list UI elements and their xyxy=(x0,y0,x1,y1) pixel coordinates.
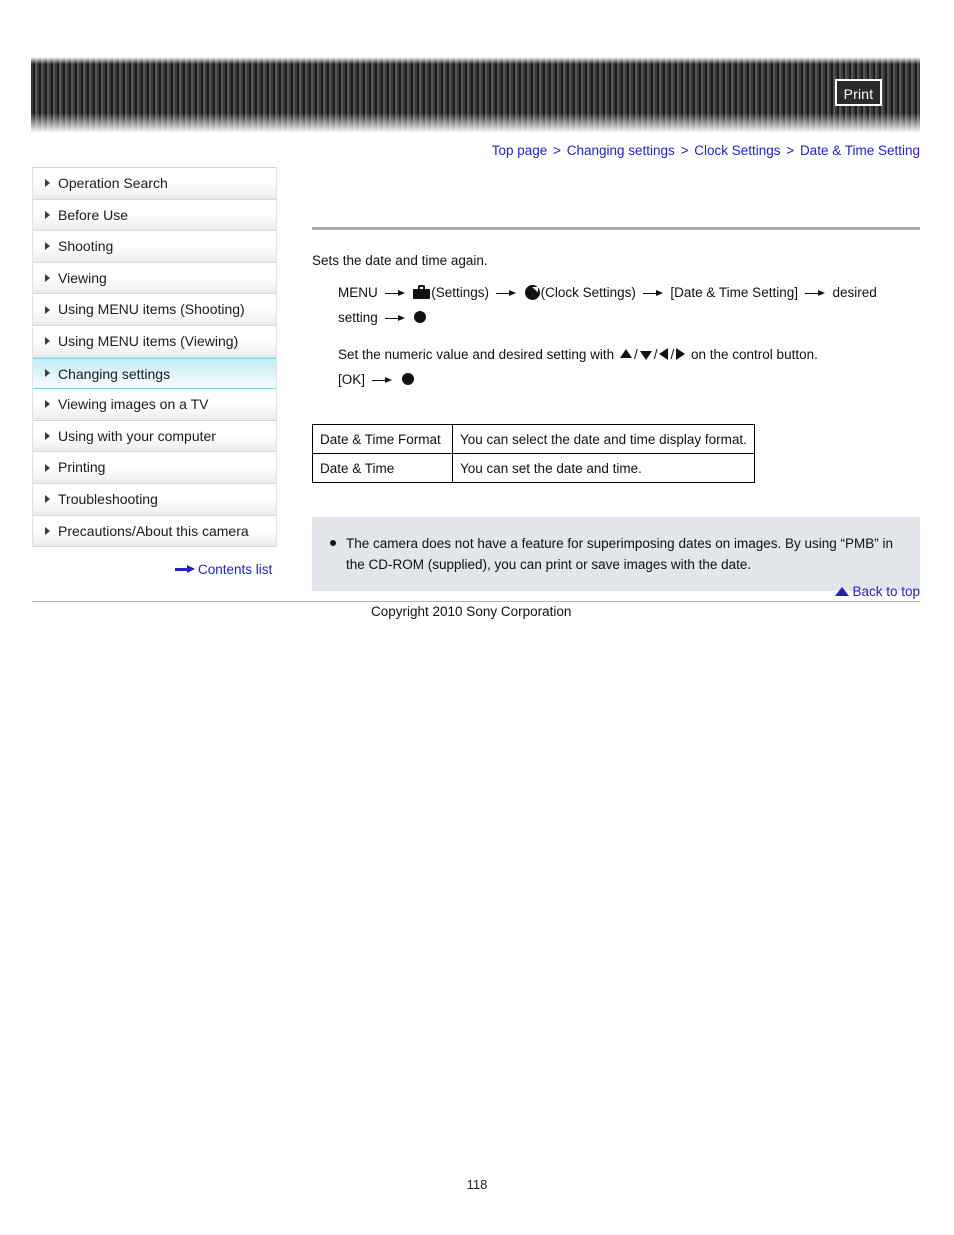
sidebar-item-label: Using MENU items (Viewing) xyxy=(58,332,239,349)
triangle-bullet-icon xyxy=(45,242,50,251)
contents-list-link[interactable]: Contents list xyxy=(175,562,272,577)
contents-list-label: Contents list xyxy=(198,562,273,577)
slash: / xyxy=(633,347,638,362)
triangle-bullet-icon xyxy=(45,526,50,535)
table-cell-description: You can set the date and time. xyxy=(452,453,755,483)
triangle-bullet-icon xyxy=(45,463,50,472)
arrow-left-icon xyxy=(659,348,669,360)
center-button-icon xyxy=(414,311,427,323)
right-arrow-icon xyxy=(371,376,393,384)
breadcrumb-separator: > xyxy=(786,143,795,158)
sidebar-item-label: Changing settings xyxy=(58,365,171,382)
sidebar-item-label: Precautions/About this camera xyxy=(58,522,249,539)
triangle-bullet-icon xyxy=(45,337,50,346)
copyright-text: Copyright 2010 Sony Corporation xyxy=(371,604,572,619)
right-arrow-icon xyxy=(384,289,406,297)
breadcrumb-separator: > xyxy=(680,143,689,158)
note-list-item: The camera does not have a feature for s… xyxy=(330,533,902,575)
sidebar-item-using-menu-items-viewing[interactable]: Using MENU items (Viewing) xyxy=(33,325,276,358)
note-text: The camera does not have a feature for s… xyxy=(346,536,894,572)
setting-label: setting xyxy=(338,310,378,325)
sidebar-item-label: Troubleshooting xyxy=(58,490,158,507)
sidebar-item-shooting[interactable]: Shooting xyxy=(33,231,276,263)
instruction-prefix: Set the numeric value and desired settin… xyxy=(338,347,615,362)
sidebar-item-viewing[interactable]: Viewing xyxy=(33,262,276,295)
header-banner: Print xyxy=(31,57,920,133)
arrow-down-icon xyxy=(639,351,652,360)
right-arrow-icon xyxy=(804,289,826,297)
instruction-control-button: Set the numeric value and desired settin… xyxy=(338,342,920,392)
breadcrumb: Top page > Changing settings > Clock Set… xyxy=(492,143,920,158)
triangle-bullet-icon xyxy=(45,274,50,283)
sidebar-item-before-use[interactable]: Before Use xyxy=(33,199,276,232)
slash: / xyxy=(670,347,675,362)
header-stripe-pattern xyxy=(31,57,920,133)
footer-divider xyxy=(32,601,920,602)
triangle-bullet-icon xyxy=(45,400,50,409)
note-box: The camera does not have a feature for s… xyxy=(312,517,920,591)
triangle-bullet-icon xyxy=(45,210,50,219)
bullet-dot-icon xyxy=(330,540,336,546)
breadcrumb-item-date-time-setting[interactable]: Date & Time Setting xyxy=(800,143,920,158)
sidebar-item-label: Shooting xyxy=(58,238,114,255)
ok-label: [OK] xyxy=(338,372,366,387)
clock-icon xyxy=(524,285,540,300)
sidebar-item-label: Viewing xyxy=(58,269,107,286)
back-to-top-label: Back to top xyxy=(852,584,920,599)
sidebar-item-using-menu-items-shooting[interactable]: Using MENU items (Shooting) xyxy=(33,294,276,326)
clock-settings-label: (Clock Settings) xyxy=(540,285,636,300)
breadcrumb-item-clock-settings[interactable]: Clock Settings xyxy=(694,143,780,158)
triangle-up-icon xyxy=(835,587,850,596)
sidebar-item-label: Before Use xyxy=(58,206,129,223)
arrow-right-icon xyxy=(676,348,686,360)
triangle-bullet-icon xyxy=(45,495,50,504)
instruction-menu-path: MENU (Settings) (Clock Settings) [Date &… xyxy=(338,280,920,330)
sidebar-item-printing[interactable]: Printing xyxy=(33,452,276,484)
breadcrumb-item-top-page[interactable]: Top page xyxy=(492,143,548,158)
sidebar-item-label: Using MENU items (Shooting) xyxy=(58,301,245,318)
triangle-bullet-icon xyxy=(45,179,50,188)
settings-label: (Settings) xyxy=(431,285,490,300)
right-arrow-icon xyxy=(495,289,517,297)
right-arrow-icon xyxy=(175,565,195,574)
main-content: Sets the date and time again. MENU (Sett… xyxy=(312,160,920,591)
lead-paragraph: Sets the date and time again. xyxy=(312,253,488,268)
breadcrumb-item-changing-settings[interactable]: Changing settings xyxy=(567,143,675,158)
settings-toolbox-icon xyxy=(413,285,431,299)
menu-label: MENU xyxy=(338,285,378,300)
triangle-bullet-icon xyxy=(45,432,50,441)
sidebar-item-operation-search[interactable]: Operation Search xyxy=(33,168,276,200)
content-divider xyxy=(312,227,920,230)
arrow-up-icon xyxy=(619,349,632,358)
page-number: 118 xyxy=(466,1177,488,1192)
date-time-setting-label: [Date & Time Setting] xyxy=(670,285,798,300)
sidebar-item-label: Operation Search xyxy=(58,175,168,191)
right-arrow-icon xyxy=(642,289,664,297)
sidebar-item-label: Viewing images on a TV xyxy=(58,396,209,413)
sidebar-item-using-with-your-computer[interactable]: Using with your computer xyxy=(33,420,276,453)
sidebar-navigation: Operation Search Before Use Shooting Vie… xyxy=(32,167,277,548)
sidebar-item-troubleshooting[interactable]: Troubleshooting xyxy=(33,483,276,516)
table-row: Date & Time You can set the date and tim… xyxy=(312,453,755,483)
sidebar-item-label: Printing xyxy=(58,459,106,476)
back-to-top-link[interactable]: Back to top xyxy=(835,584,920,599)
print-button[interactable]: Print xyxy=(835,79,882,106)
slash: / xyxy=(653,347,658,362)
table-cell-name: Date & Time Format xyxy=(312,424,453,454)
table-cell-name: Date & Time xyxy=(312,453,453,483)
table-row: Date & Time Format You can select the da… xyxy=(312,424,755,454)
table-cell-description: You can select the date and time display… xyxy=(452,424,755,454)
sidebar-item-viewing-images-on-a-tv[interactable]: Viewing images on a TV xyxy=(33,389,276,421)
sidebar-item-label: Using with your computer xyxy=(58,427,216,444)
triangle-bullet-icon xyxy=(45,305,50,314)
instruction-suffix: on the control button. xyxy=(691,347,818,362)
breadcrumb-separator: > xyxy=(553,143,561,158)
triangle-bullet-icon xyxy=(45,369,50,378)
sidebar-item-changing-settings[interactable]: Changing settings xyxy=(33,357,276,390)
sidebar-item-precautions-about-this-camera[interactable]: Precautions/About this camera xyxy=(33,515,276,548)
settings-table: Date & Time Format You can select the da… xyxy=(312,424,755,483)
right-arrow-icon xyxy=(384,314,406,322)
desired-label: desired xyxy=(832,285,877,300)
center-button-icon xyxy=(401,373,414,385)
